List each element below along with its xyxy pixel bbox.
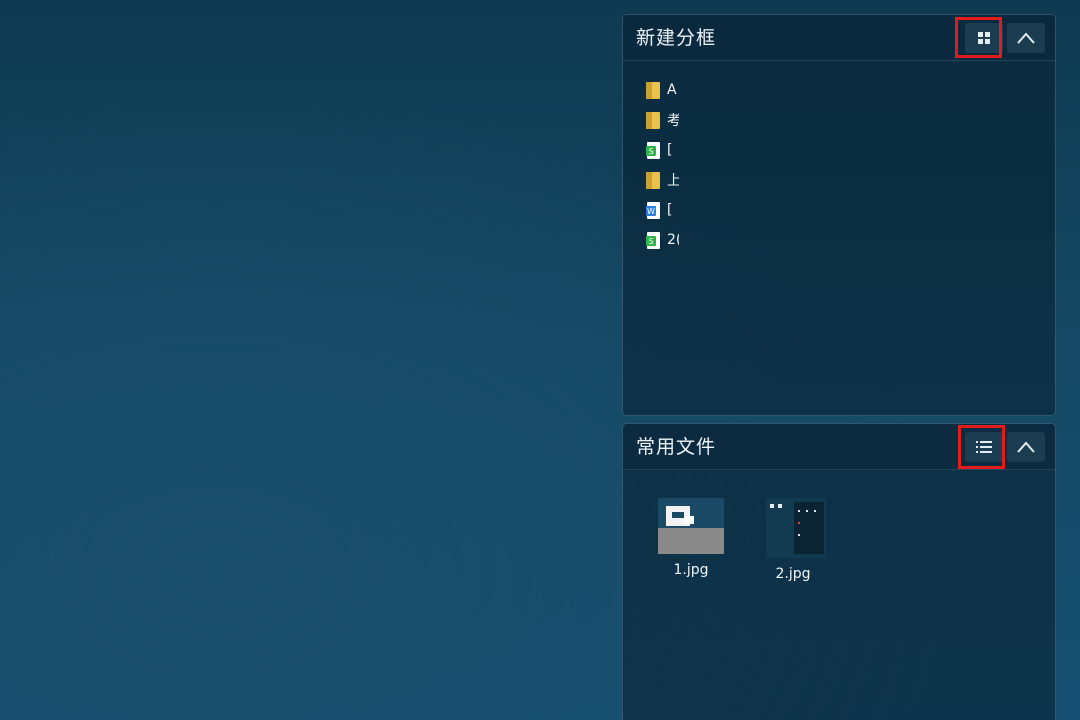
fence-common-files[interactable]: 常用文件 1.jpg 2.jpg — [622, 423, 1056, 720]
file-list: A 考 S [ — [645, 75, 679, 255]
list-item[interactable]: W [ — [645, 195, 679, 225]
svg-text:S: S — [648, 147, 653, 156]
collapse-button[interactable] — [1007, 432, 1045, 462]
list-item[interactable]: S 2( — [645, 225, 679, 255]
list-item-label: 考 — [667, 110, 679, 130]
folder-icon — [646, 81, 660, 99]
list-item-label: [ — [667, 202, 673, 218]
list-item-label: A — [667, 82, 677, 98]
list-item[interactable]: 上 — [645, 165, 679, 195]
folder-icon — [646, 111, 660, 129]
list-item-label: 2( — [667, 232, 679, 248]
desktop[interactable]: 新建分框 A S [W [S 2 常用文件 1.jpg 2.jpg — [0, 0, 1080, 720]
list-view-button[interactable] — [965, 432, 1003, 462]
spreadsheet-icon: S — [646, 141, 660, 159]
chevron-up-icon — [1017, 441, 1035, 453]
grid-item[interactable]: 1.jpg — [651, 498, 731, 578]
chevron-up-icon — [1017, 32, 1035, 44]
image-thumbnail-icon — [658, 498, 724, 554]
list-item[interactable]: A — [645, 75, 679, 105]
image-thumbnail-icon — [760, 498, 828, 558]
fence-header[interactable]: 常用文件 — [623, 424, 1055, 470]
fence-title: 新建分框 — [636, 27, 717, 49]
list-item-label: [ — [667, 142, 673, 158]
grid-item-label: 2.jpg — [775, 566, 811, 582]
spreadsheet-icon: S — [646, 231, 660, 249]
word-document-icon: W — [646, 201, 660, 219]
list-item[interactable]: S [ — [645, 135, 679, 165]
svg-text:W: W — [647, 207, 655, 216]
fence-header[interactable]: 新建分框 — [623, 15, 1055, 61]
svg-text:S: S — [648, 237, 653, 246]
grid-view-icon — [978, 32, 990, 44]
fence-new-partition[interactable]: 新建分框 A S [W [S 2 — [622, 14, 1056, 416]
grid-item[interactable]: 2.jpg — [753, 498, 833, 582]
list-item[interactable]: 考 — [645, 105, 679, 135]
list-item-label: 上 — [667, 170, 679, 190]
collapse-button[interactable] — [1007, 23, 1045, 53]
folder-icon — [646, 171, 660, 189]
list-view-icon — [976, 441, 992, 453]
grid-item-label: 1.jpg — [673, 562, 709, 578]
grid-view-button[interactable] — [965, 23, 1003, 53]
fence-title: 常用文件 — [636, 436, 717, 458]
